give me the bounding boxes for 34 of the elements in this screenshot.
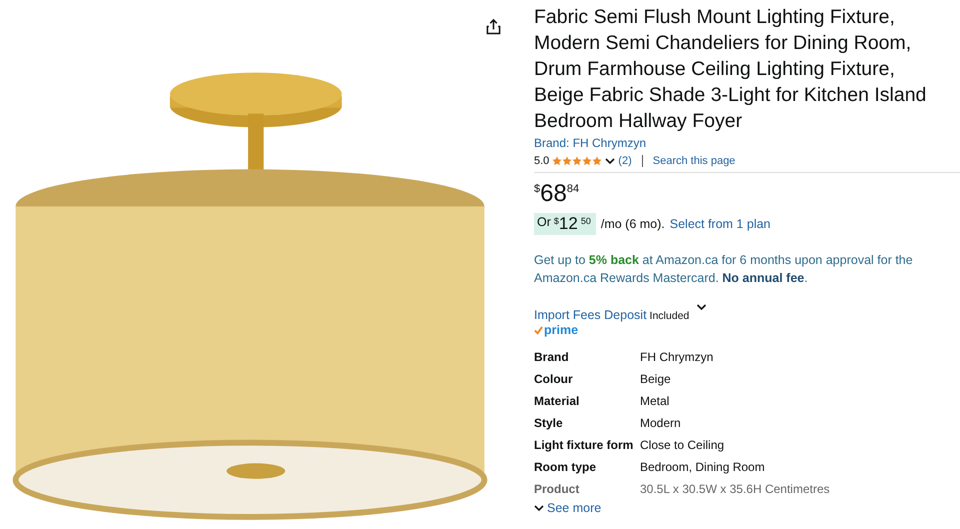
search-page-link[interactable]: Search this page <box>652 155 736 167</box>
spec-label: Brand <box>534 349 570 365</box>
spec-label: Style <box>534 415 564 431</box>
installment-price: Or $^{$}$12 $^{50}$ <box>534 213 596 235</box>
chevron-down-icon[interactable] <box>696 303 708 311</box>
cashback-offer[interactable]: Get up to 5% back at Amazon.ca for 6 months upon approval for the Amazon.ca Rewards Mastercard. No annual fee. <box>534 251 960 287</box>
chevron-down-icon[interactable] <box>534 504 544 512</box>
spec-label: Room type <box>534 459 598 475</box>
spec-value: FH Chrymzyn <box>640 349 714 365</box>
share-icon[interactable] <box>486 18 501 35</box>
spec-value: Close to Ceiling <box>640 437 726 453</box>
prime-logo: prime <box>544 323 578 337</box>
spec-label: Product <box>534 481 580 497</box>
brand-link[interactable]: Brand: FH Chrymzyn <box>534 136 960 150</box>
import-fees-link[interactable]: Import Fees Deposit <box>534 308 647 322</box>
check-icon <box>534 326 543 334</box>
installment-term: /mo (6 mo). <box>600 217 665 231</box>
price: $^{$}$68$^{84}$ <box>534 181 580 207</box>
product-title: Fabric Semi Flush Mount Lighting Fixture, Modern Semi Chandeliers for Dining Room, Drum Farmhouse Ceiling Lighting Fixture, Beige Fabric Shade 3-Light for Kitchen Island Bedroom Hallway Foyer <box>534 5 928 134</box>
review-count-link[interactable]: (2) <box>618 155 632 167</box>
chevron-down-icon[interactable] <box>605 157 616 165</box>
spec-value: Beige <box>640 371 672 387</box>
select-plan-link[interactable]: Select from 1 plan <box>670 217 770 231</box>
spec-value: Bedroom, Dining Room <box>640 459 766 475</box>
spec-label: Material <box>534 393 580 409</box>
rating-score: 5.0 <box>534 155 550 167</box>
spec-value: Modern <box>640 415 682 431</box>
included-note: Included <box>650 310 690 322</box>
spec-value: Metal <box>640 393 670 409</box>
spec-label: Light fixture form <box>534 437 634 453</box>
spec-label: Colour <box>534 371 574 387</box>
star-rating[interactable] <box>552 156 602 166</box>
spec-value: 30.5L x 30.5W x 35.6H Centimetres <box>640 481 831 497</box>
see-more-link[interactable]: See more <box>534 501 960 515</box>
